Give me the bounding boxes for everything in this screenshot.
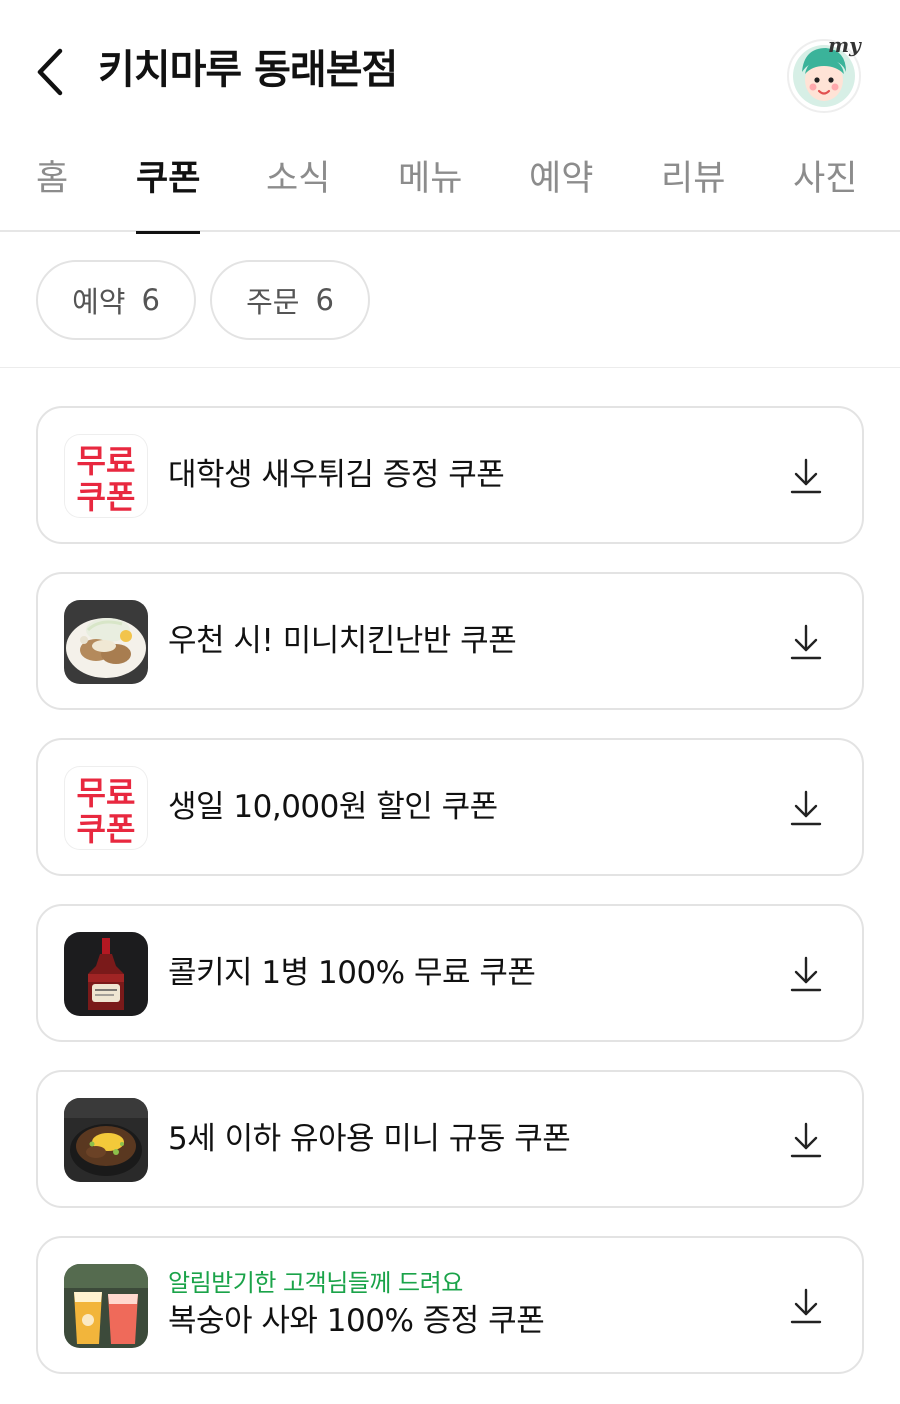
tab-news[interactable]: 소식 xyxy=(266,154,330,232)
coupon-card[interactable]: 5세 이하 유아용 미니 규동 쿠폰 xyxy=(36,1070,864,1208)
coupon-text: 5세 이하 유아용 미니 규동 쿠폰 xyxy=(168,1072,748,1206)
download-icon xyxy=(790,1122,822,1158)
download-button[interactable] xyxy=(784,1284,828,1328)
download-button[interactable] xyxy=(784,786,828,830)
free-coupon-badge: 무료 쿠폰 xyxy=(64,434,148,518)
coupon-card[interactable]: 알림받기한 고객님들께 드려요 복숭아 사와 100% 증정 쿠폰 xyxy=(36,1236,864,1374)
coupon-text: 생일 10,000원 할인 쿠폰 xyxy=(168,740,748,874)
filter-chip-count: 6 xyxy=(315,283,334,317)
coupon-text: 대학생 새우튀김 증정 쿠폰 xyxy=(168,408,748,542)
coupon-title: 콜키지 1병 100% 무료 쿠폰 xyxy=(168,955,536,991)
coupon-card[interactable]: 콜키지 1병 100% 무료 쿠폰 xyxy=(36,904,864,1042)
filter-chip-reservation[interactable]: 예약 6 xyxy=(36,260,196,340)
coupon-card[interactable]: 무료 쿠폰 대학생 새우튀김 증정 쿠폰 xyxy=(36,406,864,544)
download-icon xyxy=(790,624,822,660)
badge-text-line2: 쿠폰 xyxy=(77,810,136,848)
download-icon xyxy=(790,1288,822,1324)
tab-review[interactable]: 리뷰 xyxy=(661,154,725,232)
badge-text-line2: 쿠폰 xyxy=(77,478,136,516)
filter-chip-order[interactable]: 주문 6 xyxy=(210,260,370,340)
tab-menu[interactable]: 메뉴 xyxy=(398,154,462,232)
tab-reservation[interactable]: 예약 xyxy=(529,154,593,232)
peach-sour-drinks-photo xyxy=(64,1264,148,1348)
tab-bar: 홈 쿠폰 소식 메뉴 예약 리뷰 사진 xyxy=(0,140,900,234)
chevron-left-icon xyxy=(37,48,63,96)
coupon-title: 우천 시! 미니치킨난반 쿠폰 xyxy=(168,623,517,659)
download-icon xyxy=(790,458,822,494)
my-label: my xyxy=(828,34,862,57)
gyudon-bowl-photo xyxy=(64,1098,148,1182)
download-button[interactable] xyxy=(784,454,828,498)
download-button[interactable] xyxy=(784,1118,828,1162)
back-button[interactable] xyxy=(28,46,72,98)
download-icon xyxy=(790,956,822,992)
download-button[interactable] xyxy=(784,952,828,996)
my-page-button[interactable]: my xyxy=(786,33,866,114)
tab-coupon[interactable]: 쿠폰 xyxy=(136,154,201,234)
coupon-subtitle: 알림받기한 고객님들께 드려요 xyxy=(168,1269,463,1297)
tab-photo[interactable]: 사진 xyxy=(793,154,857,232)
avatar: my xyxy=(787,33,862,113)
coupon-text: 알림받기한 고객님들께 드려요 복숭아 사와 100% 증정 쿠폰 xyxy=(168,1238,748,1372)
tab-home[interactable]: 홈 xyxy=(36,154,68,232)
badge-text-line1: 무료 xyxy=(77,442,136,480)
coupon-title: 복숭아 사와 100% 증정 쿠폰 xyxy=(168,1303,545,1339)
badge-text-line1: 무료 xyxy=(77,774,136,812)
coupon-text: 우천 시! 미니치킨난반 쿠폰 xyxy=(168,574,748,708)
filter-row: 예약 6 주문 6 xyxy=(0,232,900,368)
filter-chip-label: 예약 xyxy=(72,285,126,319)
coupon-card[interactable]: 무료 쿠폰 생일 10,000원 할인 쿠폰 xyxy=(36,738,864,876)
coupon-title: 5세 이하 유아용 미니 규동 쿠폰 xyxy=(168,1121,571,1157)
chicken-nanban-photo xyxy=(64,600,148,684)
whisky-bottle-photo xyxy=(64,932,148,1016)
free-coupon-badge: 무료 쿠폰 xyxy=(64,766,148,850)
page-title: 키치마루 동래본점 xyxy=(98,47,398,93)
filter-chip-count: 6 xyxy=(141,283,160,317)
coupon-title: 대학생 새우튀김 증정 쿠폰 xyxy=(168,457,505,493)
header: 키치마루 동래본점 my xyxy=(0,0,900,140)
download-button[interactable] xyxy=(784,620,828,664)
download-icon xyxy=(790,790,822,826)
coupon-card[interactable]: 우천 시! 미니치킨난반 쿠폰 xyxy=(36,572,864,710)
coupon-text: 콜키지 1병 100% 무료 쿠폰 xyxy=(168,906,748,1040)
filter-chip-label: 주문 xyxy=(246,285,300,319)
coupon-title: 생일 10,000원 할인 쿠폰 xyxy=(168,789,498,825)
